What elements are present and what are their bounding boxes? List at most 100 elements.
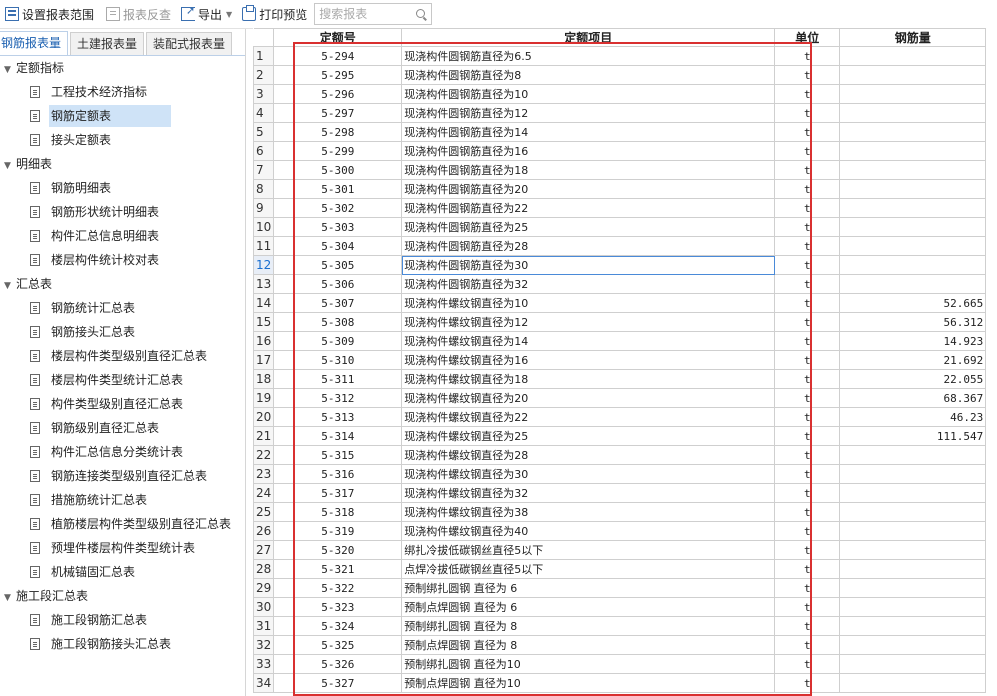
cell-item[interactable]: 现浇构件螺纹钢直径为14 — [401, 331, 776, 351]
cell-amount[interactable]: 56.312 — [839, 312, 987, 332]
cell-code[interactable]: 5-303 — [273, 217, 403, 237]
row-number[interactable]: 18 — [253, 369, 275, 389]
cell-unit[interactable]: t — [774, 426, 841, 446]
row-number[interactable]: 34 — [253, 673, 275, 693]
expand-arrow-icon[interactable]: ▼ — [4, 275, 14, 297]
table-row[interactable]: 31 5-324 预制绑扎圆钢 直径为 8t — [253, 616, 987, 636]
cell-code[interactable]: 5-320 — [273, 540, 403, 560]
row-number[interactable]: 30 — [253, 597, 275, 617]
cell-amount[interactable] — [839, 46, 987, 66]
cell-amount[interactable]: 14.923 — [839, 331, 987, 351]
row-number[interactable]: 6 — [253, 141, 275, 161]
table-row[interactable]: 13 5-306 现浇构件圆钢筋直径为32 t — [253, 274, 987, 294]
tab-rebar-report[interactable]: 钢筋报表量 — [0, 31, 69, 55]
cell-amount[interactable] — [839, 445, 987, 465]
cell-unit[interactable]: t — [774, 464, 841, 484]
table-row[interactable]: 7 5-300 现浇构件圆钢筋直径为18 t — [253, 160, 987, 180]
cell-item[interactable]: 现浇构件圆钢筋直径为16 — [401, 141, 776, 161]
table-row[interactable]: 27 5-320 绑扎冷拔低碳钢丝直径5以下 t — [253, 540, 987, 560]
cell-code[interactable]: 5-309 — [273, 331, 403, 351]
cell-code[interactable]: 5-298 — [273, 122, 403, 142]
cell-amount[interactable] — [839, 597, 987, 617]
tab-civil-report[interactable]: 土建报表量 — [70, 32, 145, 55]
cell-item[interactable]: 现浇构件圆钢筋直径为12 — [401, 103, 776, 123]
cell-unit[interactable]: t — [774, 65, 841, 85]
cell-amount[interactable]: 21.692 — [839, 350, 987, 370]
tree-item[interactable]: 植筋楼层构件类型级别直径汇总表 — [0, 513, 235, 535]
table-row[interactable]: 16 5-309 现浇构件螺纹钢直径为14 t 14.923 — [253, 331, 987, 351]
cell-item[interactable]: 现浇构件圆钢筋直径为30 — [401, 255, 776, 275]
tree-item[interactable]: 预埋件楼层构件类型统计表 — [0, 537, 199, 559]
export-button[interactable]: 导出 ▼ — [178, 2, 235, 26]
table-row[interactable]: 19 5-312 现浇构件螺纹钢直径为20 t 68.367 — [253, 388, 987, 408]
cell-unit[interactable]: t — [774, 350, 841, 370]
cell-amount[interactable]: 52.665 — [839, 293, 987, 313]
table-row[interactable]: 32 5-325 预制点焊圆钢 直径为 8t — [253, 635, 987, 655]
tree-group[interactable]: ▼ 明细表 — [0, 153, 52, 175]
cell-amount[interactable]: 46.23 — [839, 407, 987, 427]
cell-item[interactable]: 现浇构件螺纹钢直径为12 — [401, 312, 776, 332]
cell-unit[interactable]: t — [774, 46, 841, 66]
cell-amount[interactable] — [839, 255, 987, 275]
tree-item[interactable]: 钢筋明细表 — [0, 177, 115, 199]
cell-unit[interactable]: t — [774, 388, 841, 408]
cell-unit[interactable]: t — [774, 597, 841, 617]
tree-item[interactable]: 构件类型级别直径汇总表 — [0, 393, 187, 415]
cell-code[interactable]: 5-315 — [273, 445, 403, 465]
tree-item[interactable]: 工程技术经济指标 — [0, 81, 151, 103]
cell-code[interactable]: 5-296 — [273, 84, 403, 104]
cell-unit[interactable]: t — [774, 217, 841, 237]
tree-item[interactable]: 构件汇总信息明细表 — [0, 225, 163, 247]
table-row[interactable]: 3 5-296 现浇构件圆钢筋直径为10 t — [253, 84, 987, 104]
cell-unit[interactable]: t — [774, 103, 841, 123]
row-number[interactable]: 7 — [253, 160, 275, 180]
tree-item[interactable]: 钢筋定额表 — [0, 105, 172, 127]
cell-item[interactable]: 现浇构件螺纹钢直径为28 — [401, 445, 776, 465]
cell-amount[interactable] — [839, 578, 987, 598]
print-preview-button[interactable]: 打印预览 — [239, 2, 310, 26]
table-row[interactable]: 6 5-299 现浇构件圆钢筋直径为16 t — [253, 141, 987, 161]
table-row[interactable]: 34 5-327 预制点焊圆钢 直径为10 t — [253, 673, 987, 693]
column-header-item[interactable]: 定额项目 — [401, 28, 776, 47]
row-number[interactable]: 8 — [253, 179, 275, 199]
cell-item[interactable]: 现浇构件螺纹钢直径为40 — [401, 521, 776, 541]
row-number[interactable]: 11 — [253, 236, 275, 256]
cell-amount[interactable] — [839, 141, 987, 161]
cell-code[interactable]: 5-295 — [273, 65, 403, 85]
cell-amount[interactable] — [839, 502, 987, 522]
column-header-amount[interactable]: 钢筋量 — [839, 28, 987, 47]
cell-unit[interactable]: t — [774, 483, 841, 503]
row-number[interactable]: 27 — [253, 540, 275, 560]
cell-item[interactable]: 现浇构件螺纹钢直径为20 — [401, 388, 776, 408]
cell-item[interactable]: 预制点焊圆钢 直径为 8 — [401, 635, 776, 655]
cell-unit[interactable]: t — [774, 616, 841, 636]
cell-unit[interactable]: t — [774, 369, 841, 389]
cell-item[interactable]: 点焊冷拔低碳钢丝直径5以下 — [401, 559, 776, 579]
row-number[interactable]: 9 — [253, 198, 275, 218]
cell-unit[interactable]: t — [774, 160, 841, 180]
table-row[interactable]: 12 5-305 现浇构件圆钢筋直径为30 t — [253, 255, 987, 275]
cell-unit[interactable]: t — [774, 578, 841, 598]
cell-code[interactable]: 5-304 — [273, 236, 403, 256]
row-number[interactable]: 16 — [253, 331, 275, 351]
table-row[interactable]: 30 5-323 预制点焊圆钢 直径为 6t — [253, 597, 987, 617]
cell-code[interactable]: 5-321 — [273, 559, 403, 579]
cell-unit[interactable]: t — [774, 521, 841, 541]
search-icon[interactable] — [416, 9, 426, 18]
cell-unit[interactable]: t — [774, 407, 841, 427]
cell-amount[interactable] — [839, 122, 987, 142]
cell-code[interactable]: 5-302 — [273, 198, 403, 218]
cell-amount[interactable] — [839, 236, 987, 256]
table-row[interactable]: 29 5-322 预制绑扎圆钢 直径为 6t — [253, 578, 987, 598]
tree-group[interactable]: ▼ 定额指标 — [0, 57, 64, 79]
cell-amount[interactable] — [839, 635, 987, 655]
cell-unit[interactable]: t — [774, 274, 841, 294]
cell-item[interactable]: 现浇构件螺纹钢直径为10 — [401, 293, 776, 313]
cell-amount[interactable] — [839, 198, 987, 218]
cell-unit[interactable]: t — [774, 293, 841, 313]
row-number[interactable]: 17 — [253, 350, 275, 370]
cell-amount[interactable] — [839, 160, 987, 180]
cell-amount[interactable] — [839, 483, 987, 503]
cell-item[interactable]: 绑扎冷拔低碳钢丝直径5以下 — [401, 540, 776, 560]
cell-code[interactable]: 5-299 — [273, 141, 403, 161]
